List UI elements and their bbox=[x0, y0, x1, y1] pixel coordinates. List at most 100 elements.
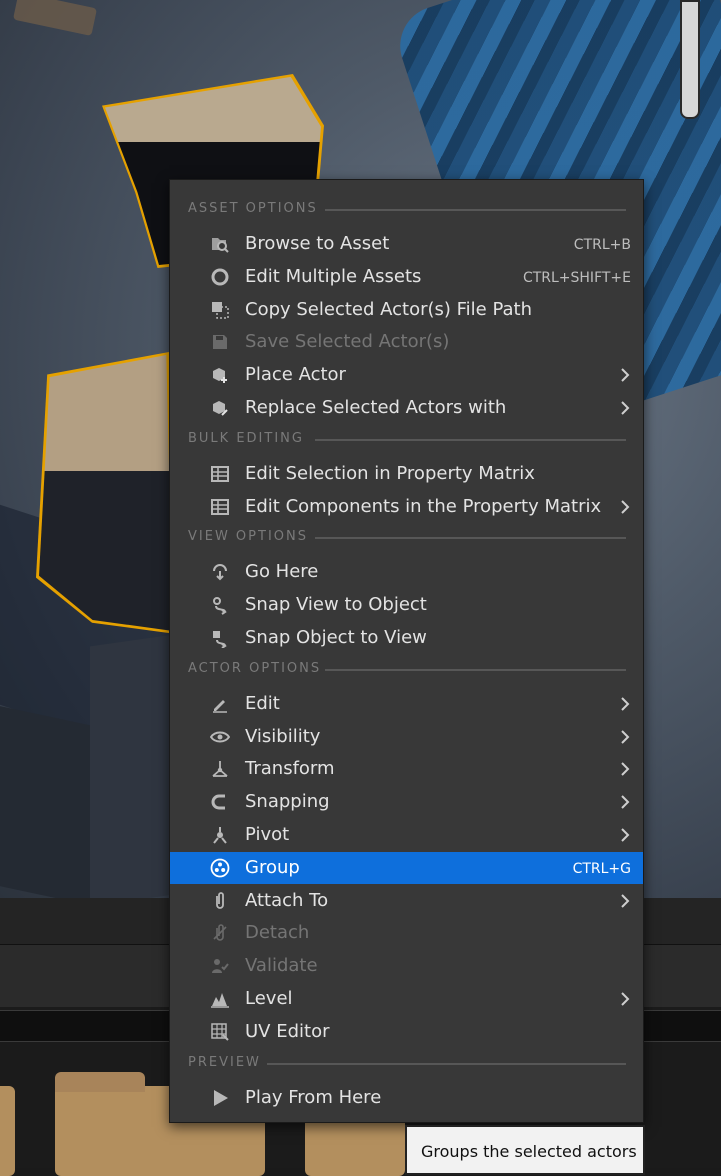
menu-item-label: Snap Object to View bbox=[245, 627, 427, 648]
menu-section-header: ASSET OPTIONS bbox=[170, 195, 643, 221]
menu-item-detach: Detach bbox=[170, 917, 643, 949]
chevron-right-icon bbox=[617, 499, 633, 515]
section-divider bbox=[315, 537, 626, 540]
pencil-icon bbox=[210, 694, 230, 714]
chevron-right-icon bbox=[617, 827, 633, 843]
shortcut-hint: CTRL+G bbox=[572, 860, 631, 877]
circle-icon bbox=[210, 267, 230, 287]
menu-item-label: Transform bbox=[245, 758, 335, 780]
actor-context-menu: ASSET OPTIONS Browse to Asset CTRL+B Edit M… bbox=[169, 179, 644, 1123]
menu-item-go-here[interactable]: Go Here bbox=[170, 556, 643, 588]
section-divider bbox=[267, 1062, 626, 1065]
shortcut-hint: CTRL+B bbox=[573, 237, 631, 253]
menu-item-edit-components-in-the-property-matrix[interactable]: Edit Components in the Property Matrix bbox=[170, 491, 643, 523]
menu-section-header: BULK EDITING bbox=[170, 425, 643, 451]
menu-item-label: Place Actor bbox=[245, 364, 346, 386]
menu-item-label: Attach To bbox=[245, 889, 329, 911]
menu-item-copy-selected-actor-s-file-path[interactable]: Copy Selected Actor(s) File Path bbox=[170, 294, 643, 326]
chevron-right-icon bbox=[617, 761, 633, 777]
chevron-right-icon bbox=[617, 367, 633, 383]
menu-item-pivot[interactable]: Pivot bbox=[170, 819, 643, 851]
pivot-icon bbox=[210, 825, 230, 845]
copy-path-icon bbox=[210, 300, 230, 320]
chevron-right-icon bbox=[617, 400, 633, 416]
save-icon bbox=[210, 332, 230, 352]
menu-item-label: UV Editor bbox=[245, 1020, 330, 1042]
shortcut-hint: CTRL+SHIFT+E bbox=[522, 269, 631, 286]
validate-icon bbox=[210, 956, 230, 976]
section-title: ACTOR OPTIONS bbox=[188, 660, 322, 676]
menu-item-save-selected-actor-s: Save Selected Actor(s) bbox=[170, 326, 643, 358]
snap-view-icon bbox=[210, 595, 230, 616]
transform-icon bbox=[210, 759, 230, 779]
magnet-icon bbox=[210, 792, 230, 812]
uv-editor-icon bbox=[210, 1022, 230, 1042]
menu-item-place-actor[interactable]: Place Actor bbox=[170, 359, 643, 391]
paperclip-icon bbox=[210, 891, 230, 911]
menu-item-label: Edit Selection in Property Matrix bbox=[245, 462, 535, 484]
menu-item-replace-selected-actors-with[interactable]: Replace Selected Actors with bbox=[170, 392, 643, 424]
go-here-icon bbox=[210, 562, 230, 582]
menu-item-edit[interactable]: Edit bbox=[170, 688, 643, 720]
place-actor-icon bbox=[210, 365, 230, 385]
menu-item-uv-editor[interactable]: UV Editor bbox=[170, 1016, 643, 1048]
selected-actor-building[interactable] bbox=[36, 352, 176, 634]
menu-item-snapping[interactable]: Snapping bbox=[170, 786, 643, 818]
menu-item-visibility[interactable]: Visibility bbox=[170, 721, 643, 753]
section-divider bbox=[315, 438, 626, 441]
section-title: VIEW OPTIONS bbox=[188, 529, 308, 545]
detach-icon bbox=[210, 923, 230, 943]
menu-item-snap-view-to-object[interactable]: Snap View to Object bbox=[170, 589, 643, 621]
menu-section-header: ACTOR OPTIONS bbox=[170, 655, 643, 681]
menu-item-label: Go Here bbox=[245, 561, 319, 583]
chevron-right-icon bbox=[617, 893, 633, 909]
menu-item-label: Snap View to Object bbox=[245, 594, 427, 616]
section-divider bbox=[324, 668, 626, 671]
roof-prop bbox=[90, 633, 180, 898]
menu-item-label: Copy Selected Actor(s) File Path bbox=[245, 298, 533, 320]
menu-item-label: Group bbox=[245, 856, 300, 878]
eye-icon bbox=[210, 727, 230, 747]
viewport-scrollbar[interactable] bbox=[680, 0, 700, 119]
matrix-icon bbox=[210, 497, 230, 517]
menu-item-label: Snapping bbox=[245, 791, 330, 813]
tooltip-text: Groups the selected actors bbox=[421, 1142, 637, 1161]
menu-item-snap-object-to-view[interactable]: Snap Object to View bbox=[170, 622, 643, 654]
menu-item-attach-to[interactable]: Attach To bbox=[170, 885, 643, 917]
menu-item-label: Replace Selected Actors with bbox=[245, 397, 507, 418]
browse-icon bbox=[210, 234, 230, 254]
chevron-right-icon bbox=[617, 991, 633, 1007]
menu-section-header: VIEW OPTIONS bbox=[170, 523, 643, 549]
play-icon bbox=[210, 1088, 230, 1108]
chevron-right-icon bbox=[617, 696, 633, 712]
section-title: PREVIEW bbox=[188, 1054, 261, 1070]
menu-item-label: Play From Here bbox=[245, 1086, 382, 1108]
chevron-right-icon bbox=[617, 794, 633, 810]
menu-item-level[interactable]: Level bbox=[170, 983, 643, 1015]
menu-item-label: Pivot bbox=[245, 824, 290, 845]
replace-actor-icon bbox=[210, 398, 230, 418]
section-title: ASSET OPTIONS bbox=[188, 201, 318, 216]
menu-item-label: Visibility bbox=[245, 725, 321, 747]
menu-item-label: Level bbox=[245, 988, 293, 1009]
menu-item-edit-multiple-assets[interactable]: Edit Multiple Assets CTRL+SHIFT+E bbox=[170, 261, 643, 293]
section-title: BULK EDITING bbox=[188, 430, 304, 446]
menu-item-transform[interactable]: Transform bbox=[170, 753, 643, 785]
matrix-icon bbox=[210, 464, 230, 484]
menu-item-label: Validate bbox=[245, 955, 318, 977]
menu-item-label: Browse to Asset bbox=[245, 233, 390, 254]
level-icon bbox=[210, 989, 230, 1009]
folder-icon[interactable] bbox=[0, 1086, 15, 1176]
menu-item-play-from-here[interactable]: Play From Here bbox=[170, 1082, 643, 1114]
snap-object-icon bbox=[210, 628, 230, 648]
menu-item-label: Edit Components in the Property Matrix bbox=[245, 495, 602, 517]
menu-item-browse-to-asset[interactable]: Browse to Asset CTRL+B bbox=[170, 228, 643, 260]
menu-item-label: Edit bbox=[245, 692, 280, 714]
menu-item-label: Edit Multiple Assets bbox=[245, 265, 422, 287]
menu-item-validate: Validate bbox=[170, 950, 643, 982]
menu-item-edit-selection-in-property-matrix[interactable]: Edit Selection in Property Matrix bbox=[170, 458, 643, 490]
menu-item-group[interactable]: Group CTRL+G bbox=[170, 851, 643, 884]
menu-section-header: PREVIEW bbox=[170, 1049, 643, 1075]
menu-item-label: Detach bbox=[245, 922, 310, 944]
rubble-prop bbox=[12, 0, 98, 37]
